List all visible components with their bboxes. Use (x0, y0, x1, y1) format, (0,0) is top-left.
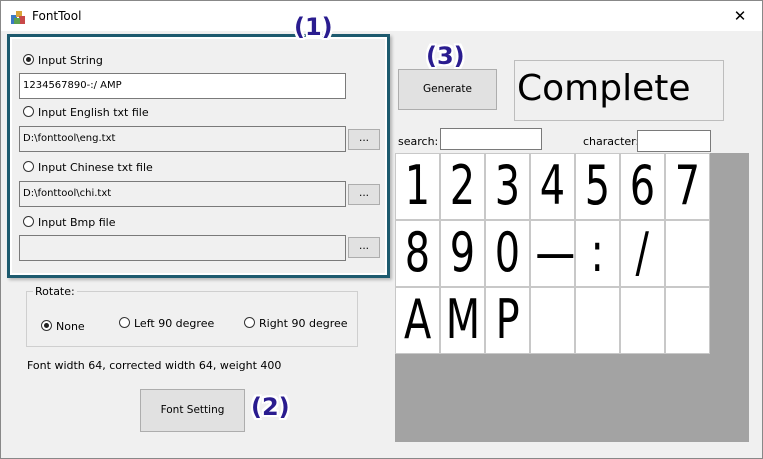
callout-1: (1) (294, 13, 333, 41)
input-chinese-radio[interactable] (23, 161, 34, 172)
title-bar: FontTool ✕ (1, 1, 762, 31)
input-english-label: Input English txt file (38, 106, 149, 119)
input-string-field[interactable]: 1234567890-:/ AMP (19, 73, 346, 99)
rotate-none-radio[interactable] (41, 320, 52, 331)
rotate-left-label: Left 90 degree (134, 317, 215, 330)
glyph-cell[interactable]: 1 (395, 153, 440, 220)
input-bmp-radio[interactable] (23, 216, 34, 227)
rotate-label: Rotate: (33, 285, 77, 298)
glyph-char: P (495, 288, 520, 351)
glyph-cell[interactable]: A (395, 287, 440, 354)
input-chinese-label: Input Chinese txt file (38, 161, 153, 174)
fonttool-window: FontTool ✕ Input String 1234567890-:/ AM… (0, 0, 763, 459)
generate-button[interactable]: Generate (398, 69, 497, 110)
glyph-cell[interactable]: P (485, 287, 530, 354)
glyph-char: 4 (539, 154, 566, 217)
glyph-cell[interactable]: 9 (440, 220, 485, 287)
glyph-cell[interactable]: 6 (620, 153, 665, 220)
callout-3: (3) (426, 42, 465, 70)
glyph-cell[interactable] (665, 220, 710, 287)
glyph-cell[interactable]: : (575, 220, 620, 287)
glyph-char: 8 (404, 221, 431, 284)
english-path-field[interactable]: D:\fonttool\eng.txt (19, 126, 346, 152)
glyph-cell[interactable] (665, 287, 710, 354)
browse-bmp-button[interactable]: ... (348, 237, 380, 258)
window-title: FontTool (32, 9, 82, 23)
glyph-char: 6 (629, 154, 656, 217)
glyph-cell[interactable] (530, 287, 575, 354)
character-label: character: (583, 135, 640, 148)
rotate-none-label: None (56, 320, 85, 333)
close-icon[interactable]: ✕ (718, 1, 762, 31)
glyph-char: 1 (404, 154, 431, 217)
glyph-char: / (635, 221, 650, 284)
glyph-cell[interactable]: 8 (395, 220, 440, 287)
glyph-cell[interactable] (575, 287, 620, 354)
browse-english-button[interactable]: ... (348, 129, 380, 150)
font-setting-button[interactable]: Font Setting (140, 389, 245, 432)
chinese-path-field[interactable]: D:\fonttool\chi.txt (19, 181, 346, 207)
search-label: search: (398, 135, 439, 148)
bmp-path-field[interactable] (19, 235, 346, 261)
browse-chinese-button[interactable]: ... (348, 184, 380, 205)
input-string-radio[interactable] (23, 54, 34, 65)
rotate-right-radio[interactable] (244, 317, 255, 328)
input-english-radio[interactable] (23, 106, 34, 117)
rotate-left-radio[interactable] (119, 317, 130, 328)
glyph-cell[interactable]: / (620, 220, 665, 287)
app-icon (11, 11, 25, 24)
search-input[interactable] (440, 128, 542, 150)
glyph-char: 2 (449, 154, 476, 217)
glyph-char: 5 (584, 154, 611, 217)
glyph-char: M (445, 288, 480, 351)
glyph-char: — (535, 221, 575, 284)
glyph-cell[interactable]: 5 (575, 153, 620, 220)
glyph-cell[interactable]: 0 (485, 220, 530, 287)
rotate-right-label: Right 90 degree (259, 317, 348, 330)
glyph-cell[interactable] (620, 287, 665, 354)
glyph-char: 0 (494, 221, 521, 284)
glyph-cell[interactable]: M (440, 287, 485, 354)
input-bmp-label: Input Bmp file (38, 216, 116, 229)
font-info-text: Font width 64, corrected width 64, weigh… (27, 359, 282, 372)
glyph-char: 7 (674, 154, 701, 217)
glyph-cell[interactable]: — (530, 220, 575, 287)
character-input[interactable] (637, 130, 711, 152)
glyph-cell[interactable]: 4 (530, 153, 575, 220)
glyph-char: A (403, 288, 432, 351)
input-string-label: Input String (38, 54, 103, 67)
glyph-cell[interactable]: 2 (440, 153, 485, 220)
callout-2: (2) (251, 393, 290, 421)
glyph-cell[interactable]: 3 (485, 153, 530, 220)
glyph-cell[interactable]: 7 (665, 153, 710, 220)
glyph-char: 9 (449, 221, 476, 284)
status-display: Complete (514, 60, 724, 121)
glyph-char: 3 (494, 154, 521, 217)
glyph-char: : (590, 221, 605, 284)
